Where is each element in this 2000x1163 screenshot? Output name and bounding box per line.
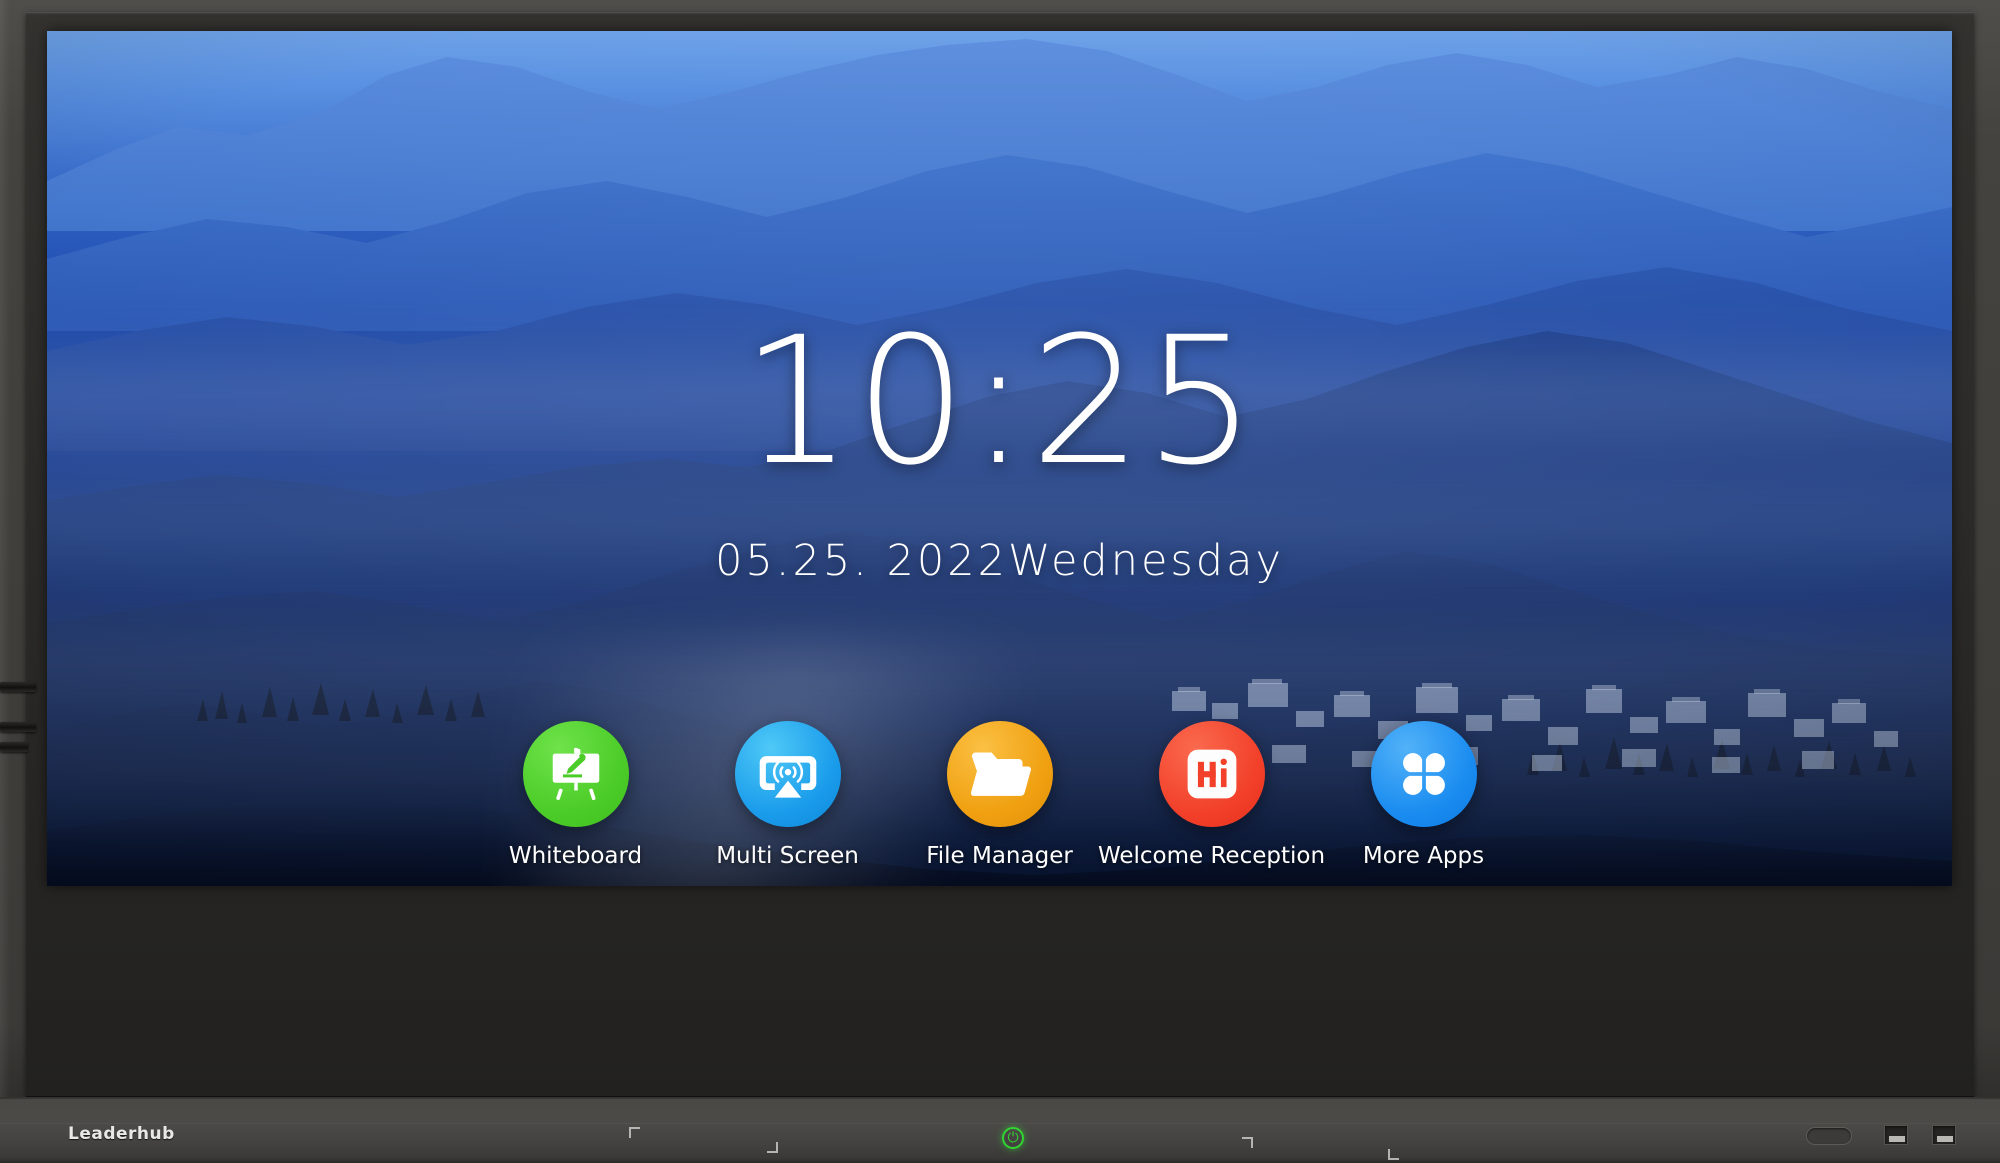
bottom-bezel: Leaderhub ⏻ <box>0 1097 2000 1163</box>
usb-port[interactable] <box>1932 1125 1956 1145</box>
app-welcome-reception[interactable]: Welcome Reception <box>1098 721 1325 869</box>
app-label: Whiteboard <box>508 843 643 869</box>
display-screen[interactable]: 10:25 05.25. 2022Wednesday Whiteboard Mu… <box>47 31 1952 886</box>
app-label: File Manager <box>926 843 1073 869</box>
side-port[interactable] <box>0 742 28 752</box>
bezel-corner-mark <box>1242 1137 1253 1148</box>
bezel-corner-mark <box>629 1127 640 1138</box>
top-bevel-highlight <box>26 12 1974 15</box>
side-port[interactable] <box>0 722 36 732</box>
screen-cast-icon[interactable] <box>734 721 841 827</box>
bezel-function-button[interactable] <box>1806 1127 1852 1145</box>
whiteboard-easel-icon[interactable] <box>522 721 629 827</box>
interactive-flat-panel-display: 10:25 05.25. 2022Wednesday Whiteboard Mu… <box>0 0 2000 1163</box>
usb-port[interactable] <box>1884 1125 1908 1145</box>
home-screen-overlay: 10:25 05.25. 2022Wednesday Whiteboard Mu… <box>47 31 1952 886</box>
app-dock: Whiteboard Multi Screen File Manager Wel… <box>47 721 1952 869</box>
app-label: Multi Screen <box>716 843 859 869</box>
app-label: More Apps <box>1362 843 1485 869</box>
bezel-corner-mark <box>767 1142 778 1153</box>
app-more-apps[interactable]: More Apps <box>1339 721 1509 869</box>
brand-logo: Leaderhub <box>68 1124 175 1144</box>
clock-time: 10:25 <box>740 299 1259 504</box>
open-folder-icon[interactable] <box>946 721 1053 827</box>
clock-date: 05.25. 2022Wednesday <box>715 536 1284 586</box>
app-file-manager[interactable]: File Manager <box>915 721 1085 869</box>
side-port[interactable] <box>0 682 36 692</box>
power-icon: ⏻ <box>1007 1130 1019 1146</box>
hi-greeting-icon[interactable] <box>1158 721 1265 827</box>
bezel-corner-mark <box>1388 1149 1399 1160</box>
power-button[interactable]: ⏻ <box>1002 1127 1024 1149</box>
grid-apps-icon[interactable] <box>1370 721 1477 827</box>
app-multi-screen[interactable]: Multi Screen <box>703 721 873 869</box>
app-label: Welcome Reception <box>1097 843 1326 869</box>
app-whiteboard[interactable]: Whiteboard <box>491 721 661 869</box>
